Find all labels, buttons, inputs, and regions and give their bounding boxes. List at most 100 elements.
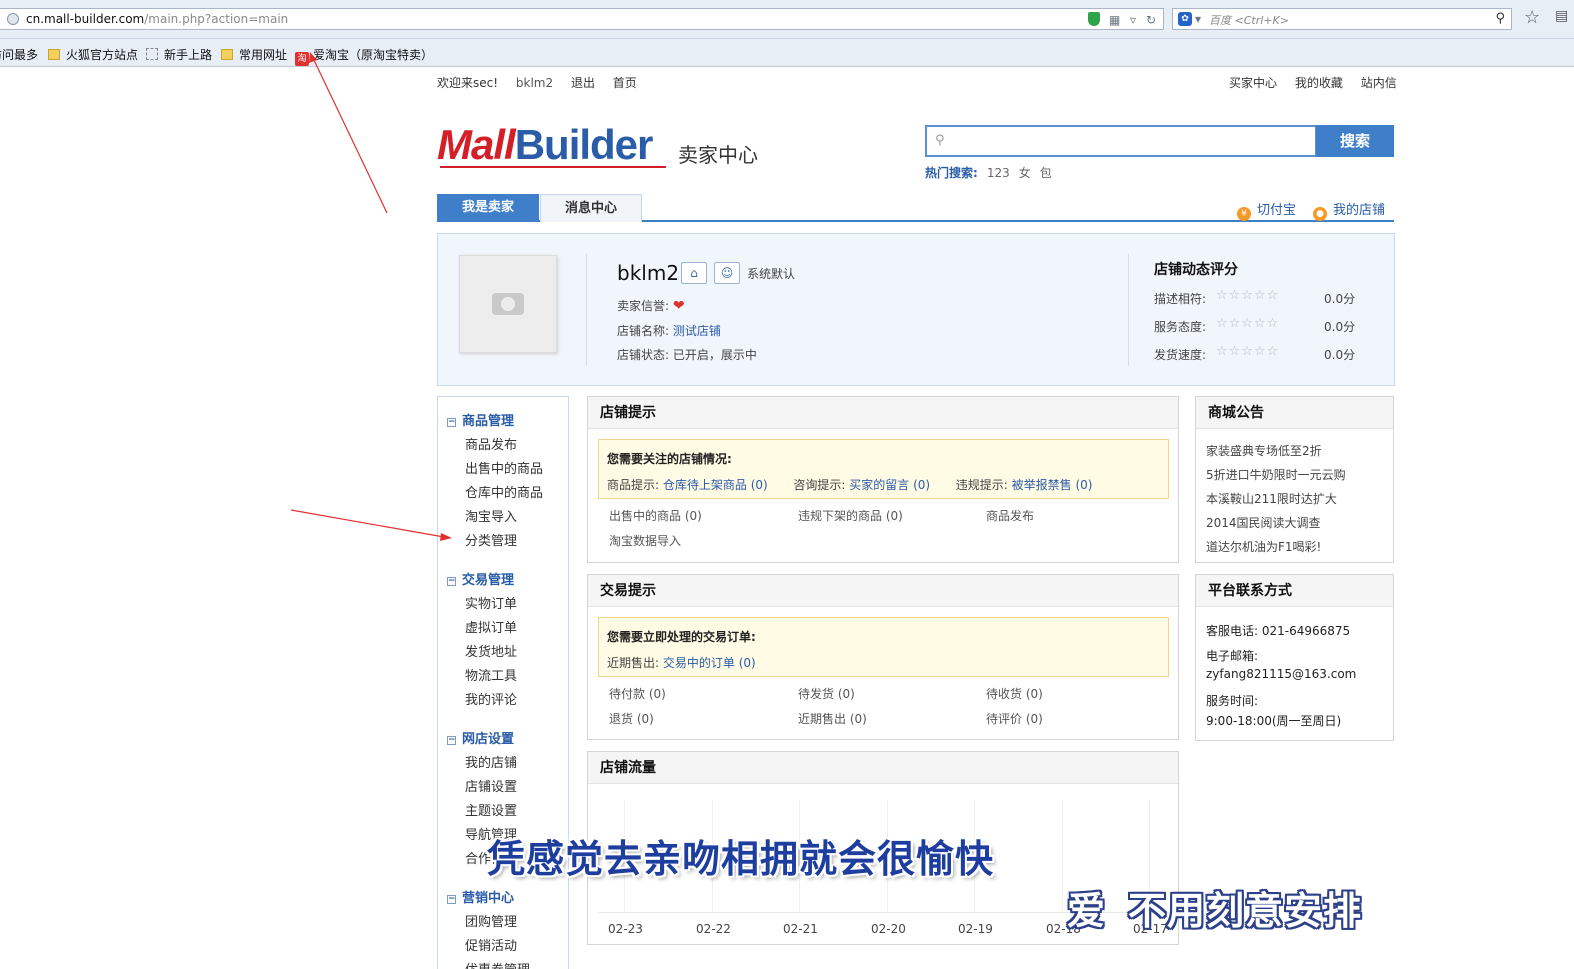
messages-link[interactable]: 站内信 — [1361, 76, 1397, 90]
logo-underline — [440, 166, 666, 168]
menu-item[interactable]: 发货地址 — [465, 641, 517, 660]
site-search-input[interactable]: ⚲ — [925, 125, 1317, 157]
shop-tips-box: 店铺提示 您需要关注的店铺情况: 商品提示: 仓库待上架商品 (0) 咨询提示:… — [587, 396, 1179, 563]
contact-box: 平台联系方式 客服电话: 021-64966875 电子邮箱: zyfang82… — [1195, 574, 1394, 741]
bookmark-getting-started[interactable]: 新手上路 — [146, 46, 212, 63]
menu-item[interactable]: 淘宝导入 — [465, 506, 517, 525]
favorites-link[interactable]: 我的收藏 — [1295, 76, 1343, 90]
subtitle-line-2: 爱不用刻意安排 — [1067, 889, 1363, 933]
menu-item[interactable]: 店铺设置 — [465, 776, 517, 795]
search-button[interactable]: 搜索 — [1316, 125, 1394, 157]
search-icon[interactable]: ⚲ — [1495, 11, 1505, 26]
tip-cell[interactable]: 违规下架的商品 (0) — [798, 507, 903, 524]
shop-certified-icon[interactable]: ⌂ — [681, 262, 707, 284]
username-link[interactable]: bklm2 — [516, 76, 553, 90]
menu-item[interactable]: 我的店铺 — [465, 752, 517, 771]
baidu-paw-icon[interactable]: ✿ — [1178, 12, 1192, 26]
notice-line: 近期售出: 交易中的订单 (0) — [607, 656, 756, 670]
shop-logo-placeholder[interactable] — [459, 255, 557, 353]
browser-toolbar: cn.mall-builder.com/main.php?action=main… — [0, 0, 1574, 39]
menu-item[interactable]: 虚拟订单 — [465, 617, 517, 636]
hot-term[interactable]: 123 — [987, 166, 1010, 180]
announcement-link[interactable]: 2014国民阅读大调查 — [1206, 514, 1321, 531]
user-certified-icon[interactable]: ☺ — [714, 262, 740, 284]
warehouse-goods-link[interactable]: 仓库待上架商品 — [663, 478, 747, 492]
alipay-link[interactable]: ¥ 切付宝 — [1237, 199, 1296, 221]
menu-item[interactable]: 团购管理 — [465, 911, 517, 930]
menu-item[interactable]: 优惠券管理 — [465, 959, 530, 969]
star-rating-icon: ☆☆☆☆☆ — [1216, 344, 1280, 359]
announcement-link[interactable]: 家装盛典专场低至2折 — [1206, 442, 1322, 459]
seller-credit: 卖家信誉: ❤ — [617, 298, 685, 314]
buyer-messages-link[interactable]: 买家的留言 — [849, 478, 909, 492]
trading-orders-link[interactable]: 交易中的订单 — [663, 656, 735, 670]
left-menu: − 商品管理 商品发布 出售中的商品 仓库中的商品 淘宝导入 分类管理 − 交易管理… — [437, 396, 569, 969]
address-bar[interactable]: cn.mall-builder.com/main.php?action=main… — [0, 8, 1164, 30]
menu-group-trade[interactable]: − 交易管理 — [447, 569, 514, 588]
trade-cell[interactable]: 退货 (0) — [609, 710, 654, 727]
logout-link[interactable]: 退出 — [571, 76, 595, 90]
announcement-link[interactable]: 5折进口牛奶限时一元云购 — [1206, 466, 1346, 483]
announcements-title: 商城公告 — [1196, 397, 1393, 429]
trade-notice: 您需要立即处理的交易订单: 近期售出: 交易中的订单 (0) — [598, 617, 1169, 677]
top-right-links: 买家中心 我的收藏 站内信 — [1229, 74, 1411, 91]
menu-group-shop-settings[interactable]: − 网店设置 — [447, 728, 514, 747]
trade-cell[interactable]: 待评价 (0) — [986, 710, 1043, 727]
menu-item[interactable]: 我的评论 — [465, 689, 517, 708]
shop-name-row: 店铺名称: 测试店铺 — [617, 324, 721, 338]
bookmark-common-sites[interactable]: 常用网址 — [221, 46, 287, 63]
shield-icon[interactable] — [1088, 12, 1100, 26]
reload-icon[interactable]: ↻ — [1146, 13, 1156, 27]
trade-cell[interactable]: 待付款 (0) — [609, 685, 666, 702]
bookmark-star-icon[interactable]: ☆ — [1524, 7, 1540, 28]
x-tick-label: 02-19 — [958, 922, 993, 936]
bookmark-most-visited[interactable]: 访问最多 — [0, 46, 38, 63]
tip-cell[interactable]: 出售中的商品 (0) — [609, 507, 702, 524]
trade-cell[interactable]: 待收货 (0) — [986, 685, 1043, 702]
tip-cell[interactable]: 商品发布 — [986, 507, 1034, 524]
menu-group-goods[interactable]: − 商品管理 — [447, 410, 514, 429]
bookmark-firefox-site[interactable]: 火狐官方站点 — [48, 46, 138, 63]
menu-item[interactable]: 商品发布 — [465, 434, 517, 453]
bookmark-aitaobao[interactable]: 淘爱淘宝（原淘宝特卖） — [295, 46, 433, 66]
rating-title: 店铺动态评分 — [1154, 262, 1238, 278]
browser-search-box[interactable]: ✿ ▾ 百度 <Ctrl+K> ⚲ — [1172, 8, 1512, 30]
url-text[interactable]: cn.mall-builder.com/main.php?action=main — [26, 12, 288, 26]
my-shop-link[interactable]: ● 我的店铺 — [1313, 199, 1385, 221]
hours-label: 服务时间: — [1206, 694, 1259, 708]
engine-dropdown-icon[interactable]: ▾ — [1195, 12, 1201, 26]
home-link[interactable]: 首页 — [613, 76, 637, 90]
mallbuilder-logo[interactable]: MallBuilder — [437, 122, 653, 168]
menu-item[interactable]: 实物订单 — [465, 593, 517, 612]
dropdown-arrow-icon[interactable]: ▿ — [1130, 13, 1136, 27]
tip-cell[interactable]: 淘宝数据导入 — [609, 532, 681, 549]
tab-message-center[interactable]: 消息中心 — [540, 194, 642, 222]
reported-link[interactable]: 被举报禁售 — [1012, 478, 1072, 492]
menu-item[interactable]: 促销活动 — [465, 935, 517, 954]
notice-line: 商品提示: 仓库待上架商品 (0) 咨询提示: 买家的留言 (0) 违规提示: … — [607, 478, 1093, 492]
menu-group-marketing[interactable]: − 营销中心 — [447, 887, 514, 906]
system-default-label: 系统默认 — [747, 267, 796, 281]
qr-code-icon[interactable]: ▦ — [1109, 13, 1120, 27]
trade-tips-title: 交易提示 — [588, 575, 1178, 607]
arrow-line — [290, 509, 445, 538]
hot-term[interactable]: 包 — [1040, 166, 1052, 180]
library-icon[interactable]: ▤ — [1555, 8, 1568, 24]
menu-item[interactable]: 主题设置 — [465, 800, 517, 819]
buyer-center-link[interactable]: 买家中心 — [1229, 76, 1277, 90]
menu-item[interactable]: 出售中的商品 — [465, 458, 543, 477]
menu-item[interactable]: 物流工具 — [465, 665, 517, 684]
menu-item[interactable]: 仓库中的商品 — [465, 482, 543, 501]
shop-user-icon: ● — [1313, 207, 1327, 221]
trade-cell[interactable]: 待发货 (0) — [798, 685, 855, 702]
announcement-link[interactable]: 道达尔机油为F1喝彩! — [1206, 538, 1321, 555]
shop-name-link[interactable]: 测试店铺 — [673, 324, 721, 338]
tab-seller[interactable]: 我是卖家 — [437, 194, 539, 222]
announcement-link[interactable]: 本溪鞍山211限时达扩大 — [1206, 490, 1337, 507]
trade-cell[interactable]: 近期售出 (0) — [798, 710, 867, 727]
hot-term[interactable]: 女 — [1019, 166, 1031, 180]
notice-title: 您需要关注的店铺情况: — [607, 452, 732, 466]
menu-item[interactable]: 分类管理 — [465, 530, 517, 549]
search-icon: ⚲ — [935, 133, 945, 148]
email-value[interactable]: zyfang821115@163.com — [1206, 667, 1356, 681]
